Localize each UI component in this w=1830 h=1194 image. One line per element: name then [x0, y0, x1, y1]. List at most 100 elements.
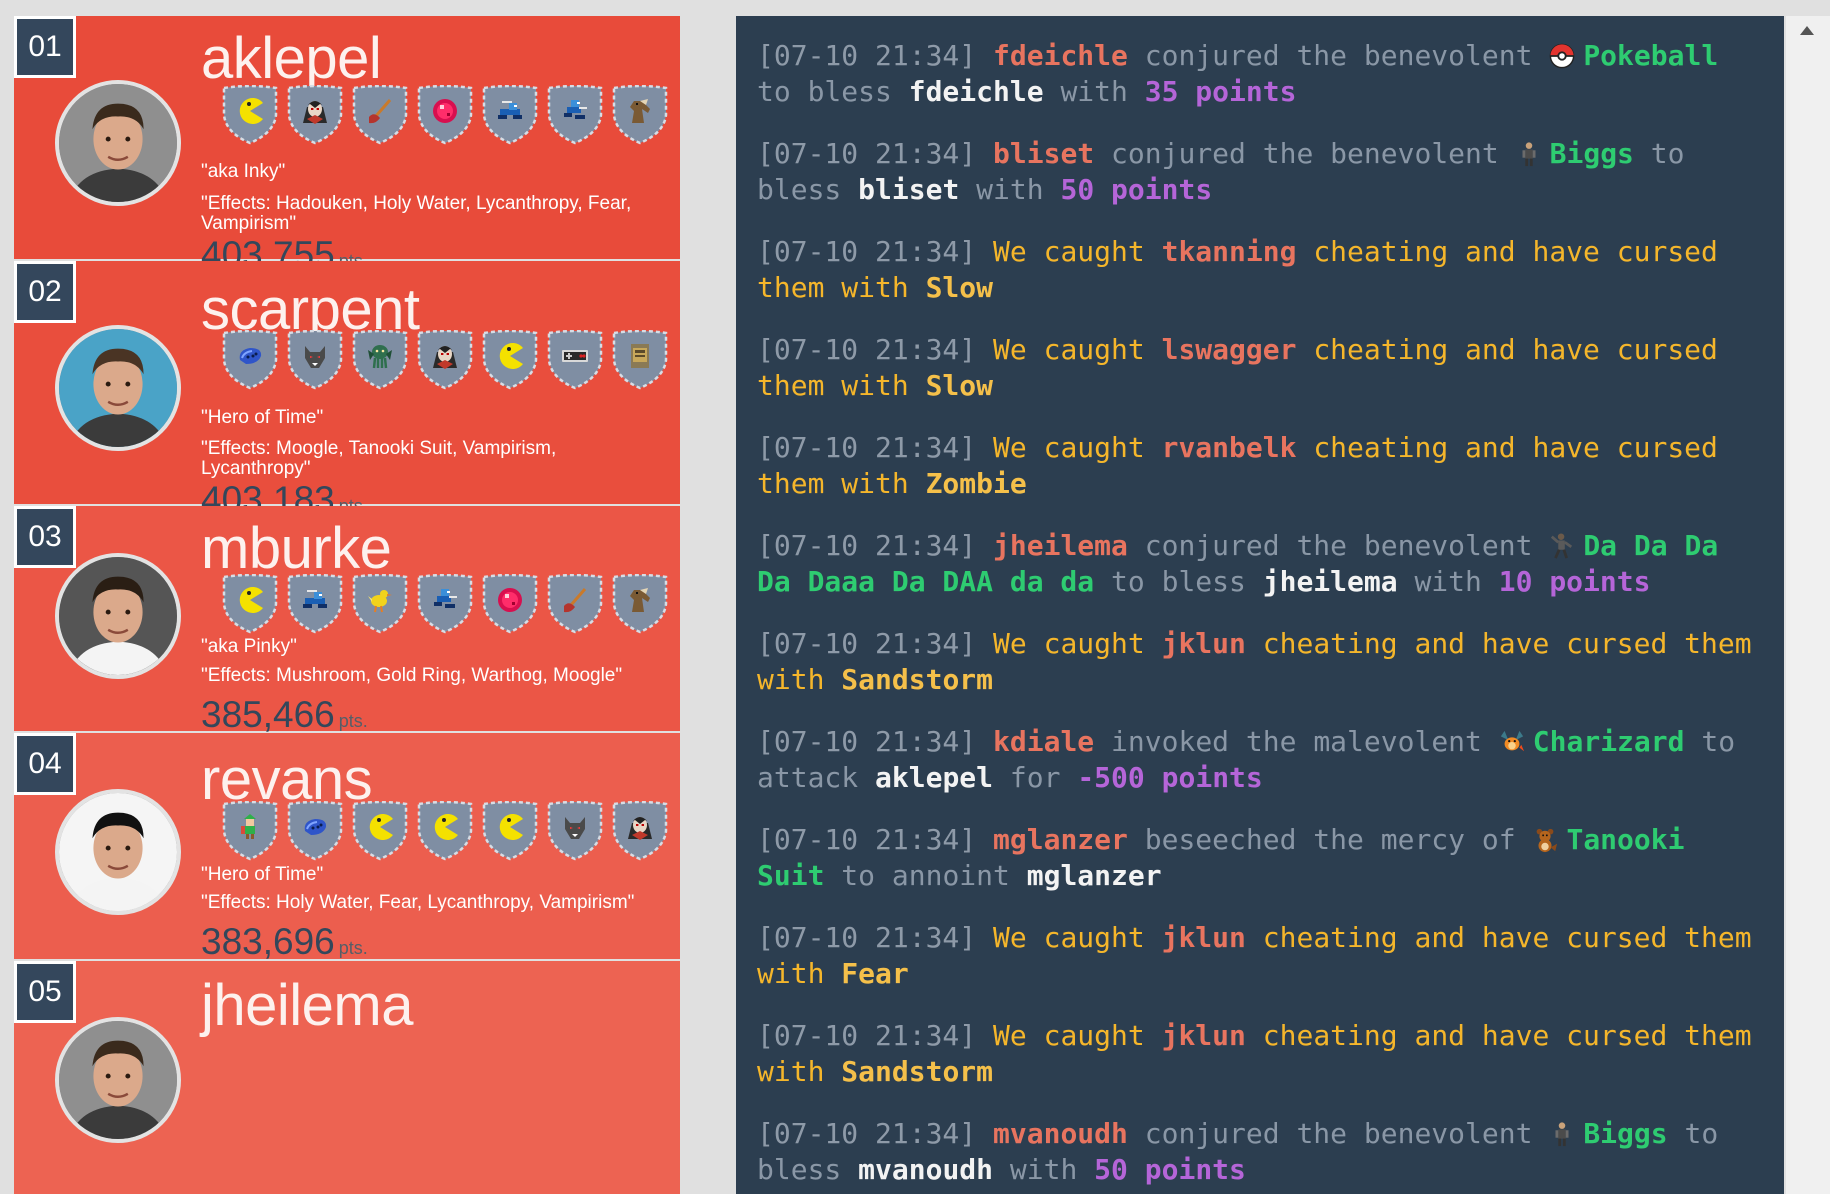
player-name[interactable]: aklepel	[201, 30, 382, 88]
log-timestamp: [07-10 21:34]	[757, 431, 977, 464]
pacman-icon	[236, 97, 264, 125]
log-actor: jklun	[1161, 1019, 1246, 1052]
log-timestamp: [07-10 21:34]	[757, 333, 977, 366]
player-effects: "Effects: Moogle, Tanooki Suit, Vampiris…	[201, 438, 557, 479]
badge[interactable]	[287, 801, 343, 861]
werewolf-icon	[301, 342, 329, 370]
points-label: pts.	[338, 711, 368, 731]
log-target: bliset	[858, 173, 960, 206]
pacman-icon	[496, 342, 524, 370]
badge-row	[222, 330, 675, 392]
log-entry: [07-10 21:34] fdeichle conjured the bene…	[757, 38, 1767, 110]
log-text: to bless	[757, 75, 892, 108]
log-entry: [07-10 21:34] We caught rvanbelk cheatin…	[757, 430, 1767, 502]
badge[interactable]	[417, 801, 473, 861]
badge[interactable]	[417, 330, 473, 390]
log-timestamp: [07-10 21:34]	[757, 235, 977, 268]
leaderboard-card[interactable]: 01 aklepel "aka Inky" "Effects: Hadouken, H…	[14, 16, 680, 275]
badge[interactable]	[222, 85, 278, 145]
log-text: with	[976, 173, 1044, 206]
score-value: 383,696	[201, 921, 335, 962]
badge[interactable]	[222, 801, 278, 861]
badge[interactable]	[482, 85, 538, 145]
badge[interactable]	[612, 85, 668, 145]
badge[interactable]	[547, 85, 603, 145]
badge[interactable]	[222, 574, 278, 634]
log-text: conjured the benevolent	[1111, 137, 1499, 170]
leaderboard-card[interactable]: 02 scarpent "Hero of Time" "Effects: Moogle…	[14, 261, 680, 520]
log-item: Biggs	[1583, 1117, 1668, 1150]
badge[interactable]	[352, 330, 408, 390]
rank-badge: 02	[14, 261, 76, 323]
pacman-icon	[366, 813, 394, 841]
log-actor: kdiale	[993, 725, 1095, 758]
badge[interactable]	[482, 801, 538, 861]
badge[interactable]	[417, 574, 473, 634]
badge[interactable]	[352, 574, 408, 634]
log-text: We caught	[993, 921, 1145, 954]
log-timestamp: [07-10 21:34]	[757, 627, 977, 660]
log-actor: rvanbelk	[1161, 431, 1297, 464]
log-item: Charizard	[1532, 725, 1685, 758]
badge[interactable]	[352, 85, 408, 145]
log-points: 35 points	[1144, 75, 1297, 108]
log-text: with	[1009, 1153, 1078, 1186]
log-effect: Sandstorm	[841, 1055, 994, 1088]
player-name[interactable]: mburke	[201, 520, 392, 578]
log-actor: jklun	[1161, 921, 1246, 954]
rank-badge: 01	[14, 16, 76, 78]
log-entry: [07-10 21:34] We caught jklun cheating a…	[757, 626, 1767, 698]
log-actor: jheilema	[993, 529, 1128, 562]
avatar	[55, 80, 181, 206]
scroll-up-arrow-icon[interactable]	[1800, 26, 1814, 35]
log-actor: bliset	[993, 137, 1095, 170]
ocarina-icon	[301, 813, 329, 841]
player-title: "aka Inky"	[201, 161, 286, 182]
log-text: We caught	[993, 627, 1145, 660]
badge[interactable]	[417, 85, 473, 145]
log-actor: fdeichle	[993, 39, 1128, 72]
ninja-jump-icon	[561, 97, 589, 125]
badge[interactable]	[222, 330, 278, 390]
badge[interactable]	[612, 330, 668, 390]
log-text: to annoint	[841, 859, 1010, 892]
leaderboard-card[interactable]: 05 jheilema	[14, 961, 680, 1194]
badge[interactable]	[287, 330, 343, 390]
log-timestamp: [07-10 21:34]	[757, 529, 977, 562]
pacman-icon	[496, 813, 524, 841]
badge[interactable]	[547, 330, 603, 390]
ocarina-icon	[236, 342, 264, 370]
badge[interactable]	[612, 801, 668, 861]
log-item: Biggs	[1549, 137, 1634, 170]
log-actor: mvanoudh	[993, 1117, 1128, 1150]
player-effects: "Effects: Mushroom, Gold Ring, Warthog, …	[201, 665, 623, 686]
leaderboard-card[interactable]: 03 mburke "aka Pinky" "Effects: Mushroom, G…	[14, 506, 680, 735]
scrollbar[interactable]	[1786, 16, 1830, 1194]
log-timestamp: [07-10 21:34]	[757, 921, 977, 954]
log-points: -500 points	[1077, 761, 1263, 794]
log-target: mvanoudh	[858, 1153, 994, 1186]
badge[interactable]	[547, 801, 603, 861]
dancer-icon	[1549, 532, 1575, 560]
werewolf-icon	[561, 813, 589, 841]
badge[interactable]	[352, 801, 408, 861]
badge[interactable]	[547, 574, 603, 634]
badge-row	[222, 85, 675, 147]
vampire-icon	[301, 97, 329, 125]
log-actor: jklun	[1161, 627, 1246, 660]
badge[interactable]	[482, 330, 538, 390]
log-text: for	[1009, 761, 1061, 794]
badge[interactable]	[287, 85, 343, 145]
badge[interactable]	[287, 574, 343, 634]
badge[interactable]	[612, 574, 668, 634]
log-actor: lswagger	[1161, 333, 1297, 366]
leaderboard-card[interactable]: 04 revans "Hero of Time" "Effects: Holy Wat…	[14, 733, 680, 962]
log-target: aklepel	[875, 761, 994, 794]
rank-badge: 04	[14, 733, 76, 795]
log-entry: [07-10 21:34] mvanoudh conjured the bene…	[757, 1116, 1767, 1188]
log-timestamp: [07-10 21:34]	[757, 137, 977, 170]
event-log[interactable]: [07-10 21:34] fdeichle conjured the bene…	[736, 16, 1784, 1194]
player-name[interactable]: jheilema	[201, 977, 414, 1035]
log-timestamp: [07-10 21:34]	[757, 1019, 977, 1052]
badge[interactable]	[482, 574, 538, 634]
